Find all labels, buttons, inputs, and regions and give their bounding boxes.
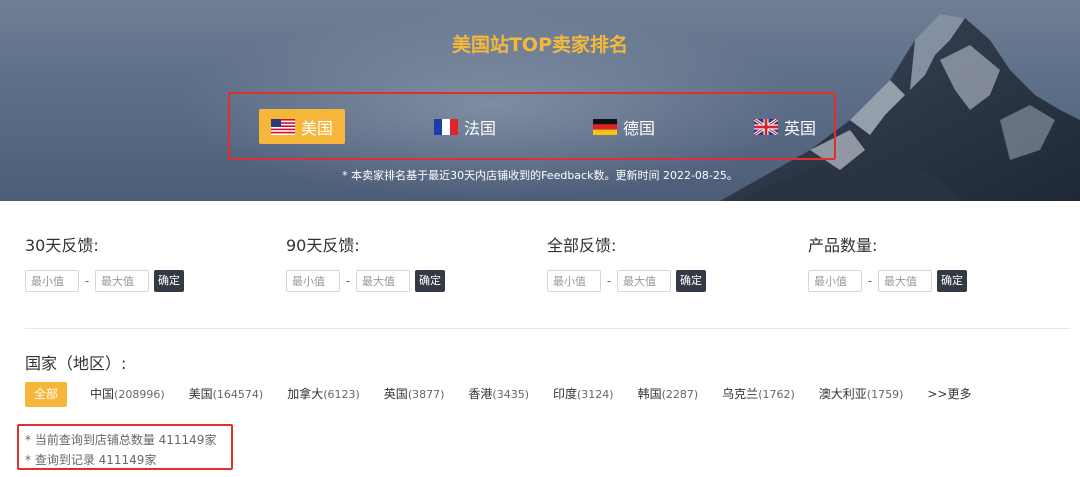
region-count: (1759) [866,388,904,401]
filter-products-confirm-button[interactable]: 确定 [937,270,967,292]
range-dash: - [345,274,351,288]
filter-products-label: 产品数量: [808,236,878,255]
tab-label: 法国 [464,118,497,138]
region-item-china[interactable]: 中国(208996) [90,382,165,407]
region-count: (3435) [492,388,529,401]
records-text: * 查询到记录 411149家 [25,453,157,467]
filter-all-max-input[interactable] [617,270,671,292]
range-dash: - [606,274,612,288]
region-item-ukraine[interactable]: 乌克兰(1762) [722,382,795,407]
region-count: (3877) [407,388,445,401]
region-name: 乌克兰 [722,387,759,401]
region-name: 中国 [90,387,115,401]
region-item-canada[interactable]: 加拿大(6123) [287,382,360,407]
region-name: 美国 [188,387,213,401]
range-dash: - [84,274,90,288]
ranking-note: * 本卖家排名基于最近30天内店铺收到的Feedback数。更新时间 2022-… [342,169,738,182]
filter-30day-confirm-button[interactable]: 确定 [154,270,184,292]
filter-30day-label: 30天反馈: [25,236,99,255]
region-count: (208996) [114,388,165,401]
uk-flag-icon [754,118,778,135]
filter-products-range: - 确定 [808,270,967,292]
region-count: (3124) [577,388,614,401]
region-item-usa[interactable]: 美国(164574) [189,382,264,407]
tab-label: 英国 [784,118,817,138]
filter-90day-max-input[interactable] [356,270,410,292]
filter-all-confirm-button[interactable]: 确定 [676,270,706,292]
de-flag-icon [593,118,617,135]
region-item-hongkong[interactable]: 香港(3435) [468,382,529,407]
region-name: 韩国 [637,387,662,401]
region-filter-row: 全部 中国(208996) 美国(164574) 加拿大(6123) 英国(38… [25,382,995,407]
filter-90day-min-input[interactable] [286,270,340,292]
region-count: (164574) [212,388,264,401]
fr-flag-icon [434,118,458,135]
tab-de[interactable]: 德国 [581,109,667,144]
tab-fr[interactable]: 法国 [422,109,508,144]
total-shops-text: * 当前查询到店铺总数量 411149家 [25,433,217,447]
region-label: 国家（地区）: [25,354,127,373]
section-divider [25,328,1070,329]
region-all-button[interactable]: 全部 [25,382,68,407]
region-name: 澳大利亚 [818,387,867,401]
region-count: (2287) [661,388,699,401]
filter-30day-min-input[interactable] [25,270,79,292]
tab-uk[interactable]: 英国 [742,109,828,144]
region-item-korea[interactable]: 韩国(2287) [638,382,699,407]
tab-label: 美国 [301,118,334,138]
filter-products-max-input[interactable] [878,270,932,292]
filter-products-min-input[interactable] [808,270,862,292]
filter-all-range: - 确定 [547,270,706,292]
region-count: (1762) [758,388,795,401]
filter-all-label: 全部反馈: [547,236,617,255]
filter-90day-range: - 确定 [286,270,445,292]
filter-30day-max-input[interactable] [95,270,149,292]
region-name: 香港 [468,387,493,401]
range-dash: - [867,274,873,288]
region-name: 英国 [383,387,408,401]
region-name: 印度 [552,387,577,401]
region-item-uk[interactable]: 英国(3877) [384,382,445,407]
page-title: 美国站TOP卖家排名 [451,34,629,56]
tab-label: 德国 [623,118,656,138]
region-item-australia[interactable]: 澳大利亚(1759) [819,382,904,407]
region-more-link[interactable]: >>更多 [927,382,971,407]
us-flag-icon [271,118,295,135]
tab-us[interactable]: 美国 [259,109,346,144]
region-count: (6123) [323,388,360,401]
filter-90day-confirm-button[interactable]: 确定 [415,270,445,292]
region-name: 加拿大 [287,387,324,401]
filter-30day-range: - 确定 [25,270,184,292]
filter-all-min-input[interactable] [547,270,601,292]
region-item-india[interactable]: 印度(3124) [553,382,614,407]
filter-90day-label: 90天反馈: [286,236,360,255]
